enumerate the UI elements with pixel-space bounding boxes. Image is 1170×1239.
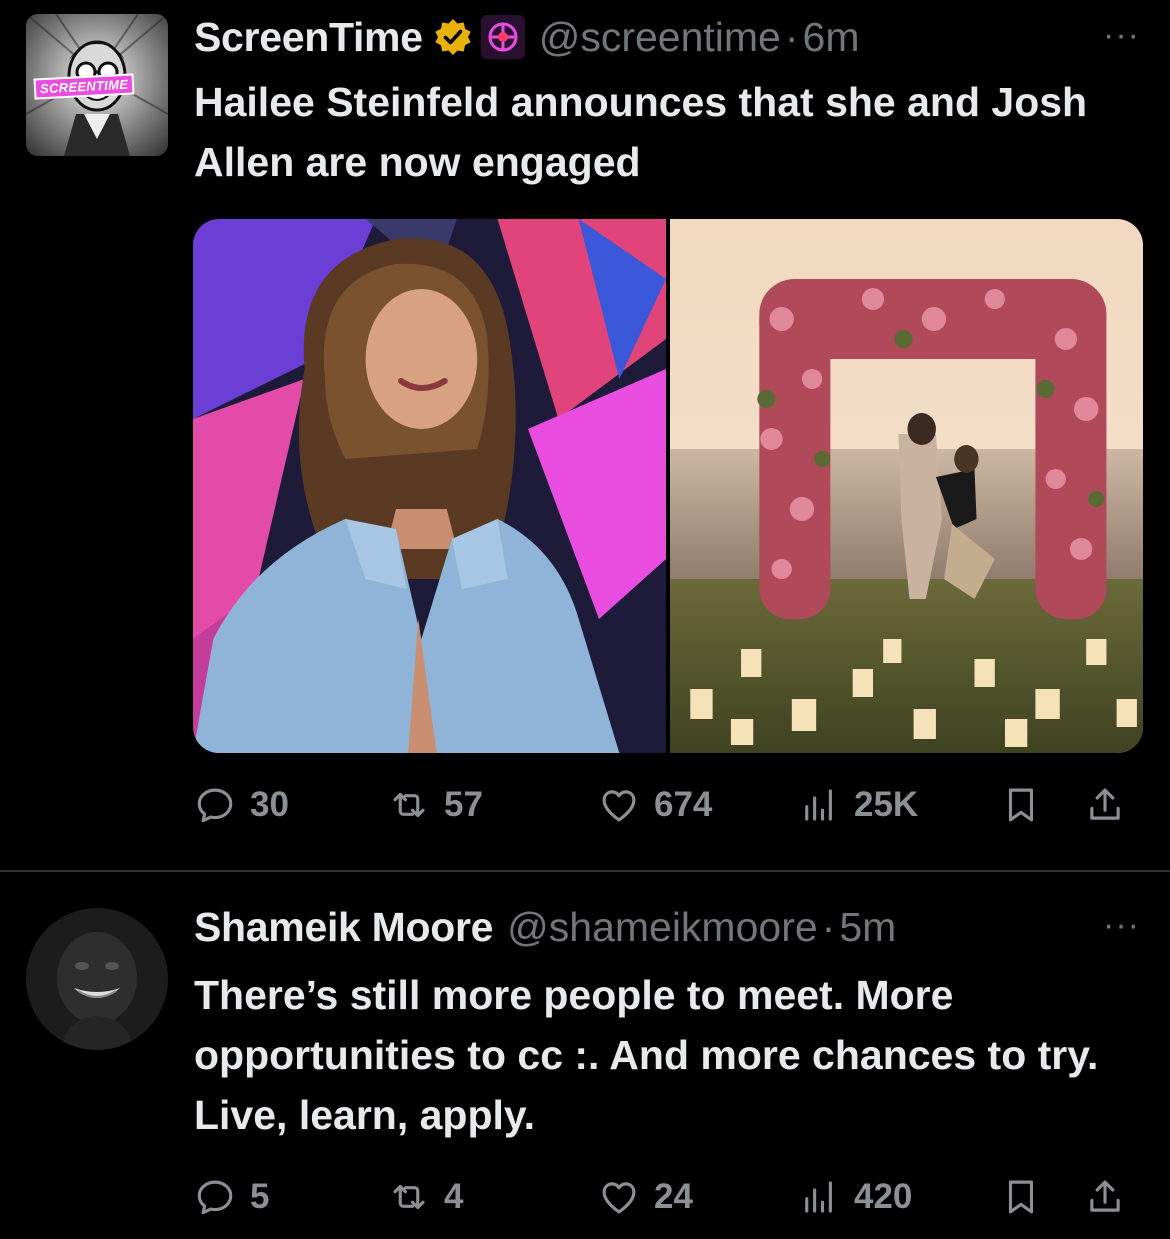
display-name[interactable]: ScreenTime: [194, 14, 423, 61]
reply-icon: [197, 788, 233, 823]
share-icon: [1090, 788, 1120, 820]
share-button[interactable]: [1084, 1172, 1126, 1222]
bookmark-button[interactable]: [1000, 1172, 1042, 1222]
avatar-photo: [26, 908, 168, 1050]
photo-proposal-flower-arch: [670, 219, 1143, 753]
views-chart-icon: [805, 789, 832, 821]
tweet-text: Hailee Steinfeld announces that she and …: [194, 79, 1088, 185]
like-button[interactable]: 24: [598, 1172, 693, 1222]
bookmark-icon: [1008, 1180, 1034, 1214]
repost-button[interactable]: 4: [388, 1172, 463, 1222]
tweet-actions: 30 57 674 25K: [194, 780, 1134, 830]
tweet[interactable]: SCREENTIME ScreenTime @screentime · 6m ·…: [0, 0, 1170, 870]
tweet-header: Shameik Moore @shameikmoore · 5m ···: [194, 902, 1140, 952]
timestamp[interactable]: 6m: [803, 14, 860, 61]
like-button[interactable]: 674: [598, 780, 712, 830]
photo-woman-denim-shirt: [193, 219, 666, 753]
reply-count: 30: [250, 785, 289, 824]
heart-icon: [602, 1182, 636, 1214]
avatar[interactable]: SCREENTIME: [26, 14, 168, 156]
views-chart-icon: [805, 1181, 832, 1213]
tweet-media[interactable]: [193, 219, 1143, 753]
reply-icon: [197, 1180, 233, 1215]
media-photo-2[interactable]: [670, 219, 1143, 753]
share-icon: [1090, 1180, 1120, 1212]
heart-icon: [602, 790, 636, 822]
like-count: 24: [654, 1177, 693, 1216]
views-button[interactable]: 25K: [798, 780, 918, 830]
affiliate-logo-icon[interactable]: [480, 15, 525, 59]
repost-button[interactable]: 57: [388, 780, 483, 830]
tweet[interactable]: Shameik Moore @shameikmoore · 5m ··· The…: [0, 872, 1170, 1239]
avatar[interactable]: [26, 908, 168, 1050]
views-count: 25K: [854, 785, 919, 824]
reply-button[interactable]: 30: [194, 780, 289, 830]
bookmark-icon: [1008, 788, 1034, 822]
tweet-text: There’s still more people to meet. More …: [194, 972, 1099, 1138]
media-photo-1[interactable]: [193, 219, 666, 753]
share-button[interactable]: [1084, 780, 1126, 830]
timestamp[interactable]: 5m: [839, 904, 896, 951]
tweet-header: ScreenTime @screentime · 6m ···: [194, 12, 1140, 62]
views-button[interactable]: 420: [798, 1172, 912, 1222]
separator-dot: ·: [821, 903, 836, 950]
repost-count: 4: [444, 1177, 464, 1216]
gold-verified-badge-icon[interactable]: [433, 17, 473, 57]
views-count: 420: [854, 1177, 913, 1216]
more-options-icon[interactable]: ···: [1103, 16, 1140, 55]
repost-count: 57: [444, 785, 483, 824]
like-count: 674: [654, 785, 713, 824]
display-name[interactable]: Shameik Moore: [194, 904, 493, 951]
bookmark-button[interactable]: [1000, 780, 1042, 830]
repost-icon: [393, 792, 425, 818]
user-handle[interactable]: @shameikmoore: [507, 904, 818, 951]
tweet-actions: 5 4 24 420: [194, 1172, 1134, 1222]
user-handle[interactable]: @screentime: [539, 14, 781, 61]
more-options-icon[interactable]: ···: [1103, 906, 1140, 945]
reply-count: 5: [250, 1177, 270, 1216]
repost-icon: [393, 1184, 425, 1210]
reply-button[interactable]: 5: [194, 1172, 269, 1222]
separator-dot: ·: [784, 13, 799, 60]
